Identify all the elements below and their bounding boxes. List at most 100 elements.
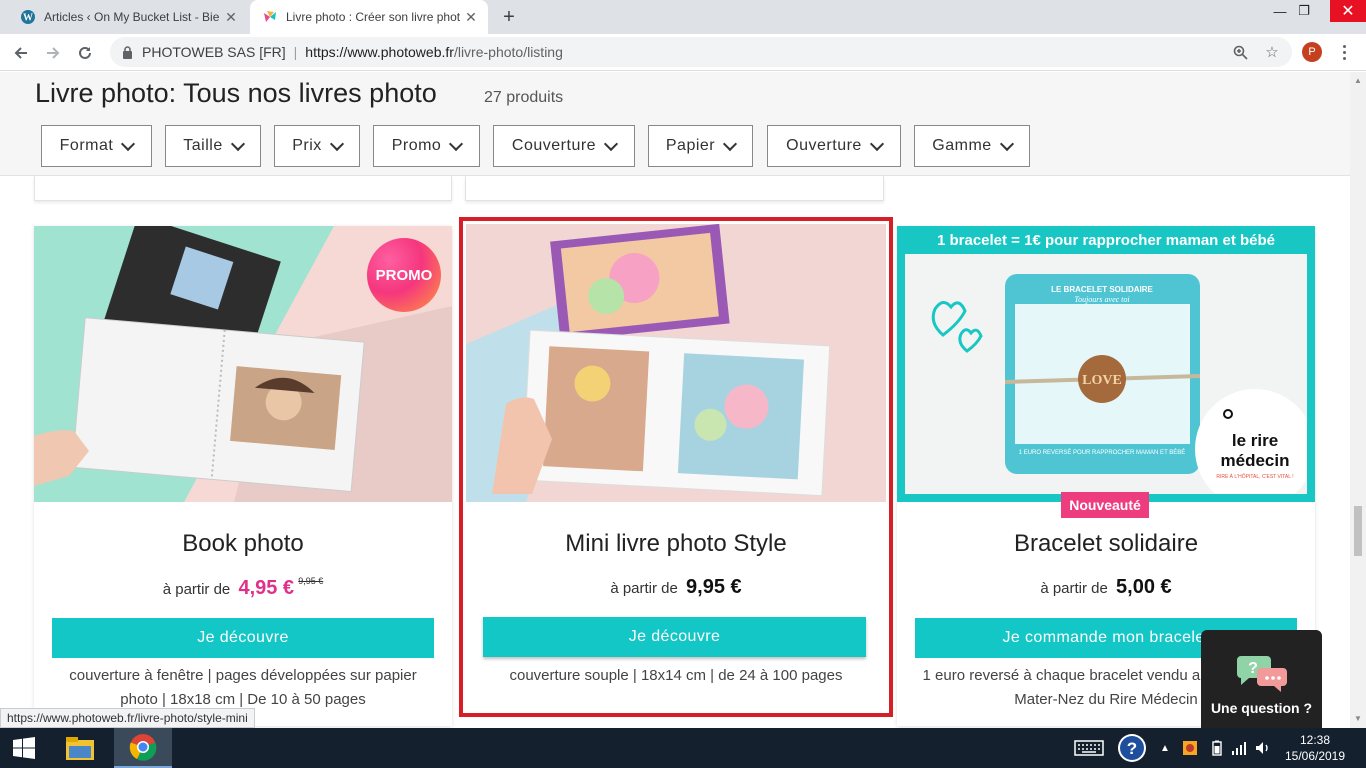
rire-medecin-logo-line2: médecin [1221, 451, 1290, 470]
product-card-book-photo[interactable]: PROMO Book photo à partir de 4,95 € 9,95… [34, 226, 452, 726]
chevron-down-icon [121, 136, 136, 151]
close-tab-icon[interactable]: ✕ [220, 6, 242, 28]
clock-time: 12:38 [1299, 733, 1331, 747]
file-explorer-taskbar-button[interactable] [56, 728, 104, 768]
rire-medecin-logo-tagline: RIRE À L'HÔPITAL, C'EST VITAL ! [1216, 473, 1293, 480]
close-window-button[interactable]: ✕ [1330, 0, 1366, 22]
chevron-down-icon [723, 136, 738, 151]
help-icon[interactable]: ? [1115, 728, 1149, 768]
old-price: 9,95 € [298, 576, 324, 586]
product-card-partial [34, 176, 452, 201]
promo-price: 4,95 € [238, 577, 295, 599]
filter-bar: Livre photo: Tous nos livres photo 27 pr… [0, 72, 1350, 176]
filter-label: Ouverture [786, 137, 862, 154]
rire-medecin-logo-line1: le rire [1232, 431, 1278, 450]
windows-logo-icon [13, 737, 35, 759]
address-bar[interactable]: PHOTOWEB SAS [FR] | https://www.photoweb… [110, 37, 1292, 67]
browser-tab-bar: W Articles ‹ On My Bucket List - Bien ✕ … [0, 0, 1366, 34]
maximize-window-button[interactable]: ❐ [1288, 0, 1320, 22]
filter-taille[interactable]: Taille [165, 125, 261, 167]
chat-label[interactable]: Une question ? [1201, 700, 1322, 716]
chrome-taskbar-button[interactable] [114, 728, 172, 768]
clock-date: 15/06/2019 [1284, 749, 1346, 763]
bracelet-banner: 1 bracelet = 1€ pour rapprocher maman et… [897, 226, 1315, 254]
price: 9,95 € [686, 576, 742, 598]
filter-label: Promo [391, 137, 442, 154]
chat-bubbles-icon: ? [1237, 656, 1287, 692]
discover-button[interactable]: Je découvre [483, 617, 866, 657]
wordpress-icon: W [20, 9, 36, 25]
new-tab-button[interactable]: + [497, 5, 521, 29]
url-host: https://www.photoweb.fr [305, 44, 454, 60]
scroll-up-arrow-icon[interactable]: ▲ [1354, 76, 1362, 85]
price-line: à partir de 9,95 € [462, 576, 890, 599]
bracelet-card-subtitle: Toujours avec toi [1074, 295, 1129, 304]
chevron-down-icon [449, 136, 464, 151]
filter-prix[interactable]: Prix [274, 125, 360, 167]
lock-icon[interactable] [120, 45, 134, 59]
bracelet-card-title: LE BRACELET SOLIDAIRE [1051, 285, 1153, 294]
chevron-down-icon [329, 136, 344, 151]
product-image[interactable] [466, 224, 886, 502]
tab-wordpress-articles[interactable]: W Articles ‹ On My Bucket List - Bien ✕ [8, 0, 248, 34]
filter-papier[interactable]: Papier [648, 125, 753, 167]
address-separator: | [293, 44, 298, 60]
forward-arrow-icon[interactable] [40, 40, 66, 66]
system-clock[interactable]: 12:38 15/06/2019 [1280, 732, 1350, 764]
product-name[interactable]: Book photo [34, 530, 452, 558]
new-badge: Nouveauté [1061, 492, 1149, 518]
filter-label: Prix [292, 137, 322, 154]
filter-label: Gamme [932, 137, 992, 154]
product-image[interactable]: 1 bracelet = 1€ pour rapprocher maman et… [897, 226, 1315, 502]
product-card-partial [465, 176, 884, 201]
web-page: Livre photo: Tous nos livres photo 27 pr… [0, 72, 1350, 728]
filter-promo[interactable]: Promo [373, 125, 480, 167]
svg-text:W: W [23, 13, 33, 24]
filter-ouverture[interactable]: Ouverture [767, 125, 901, 167]
tray-expand-icon[interactable]: ▲ [1158, 728, 1172, 768]
page-title: Livre photo: Tous nos livres photo [35, 78, 437, 108]
browser-menu-icon[interactable] [1334, 42, 1354, 62]
volume-icon[interactable] [1254, 728, 1272, 768]
bracelet-donation-text: 1 EURO REVERSÉ POUR RAPPROCHER MAMAN ET … [1019, 449, 1186, 456]
product-name[interactable]: Bracelet solidaire [897, 530, 1315, 558]
filter-label: Papier [665, 137, 716, 154]
windows-start-button[interactable] [0, 728, 48, 768]
close-tab-icon[interactable]: ✕ [460, 6, 482, 28]
chevron-down-icon [604, 136, 619, 151]
chevron-down-icon [999, 136, 1014, 151]
product-card-mini-livre-photo-style[interactable]: Mini livre photo Style à partir de 9,95 … [459, 217, 893, 717]
product-name[interactable]: Mini livre photo Style [462, 530, 890, 558]
discover-button[interactable]: Je découvre [52, 618, 434, 658]
filter-gamme[interactable]: Gamme [914, 125, 1030, 167]
chat-widget[interactable]: ? Une question ? [1201, 630, 1322, 728]
price-prefix: à partir de [162, 581, 231, 598]
filter-label: Format [59, 137, 114, 154]
scrollbar-thumb[interactable] [1354, 506, 1362, 556]
network-signal-icon[interactable] [1230, 728, 1248, 768]
product-count: 27 produits [484, 89, 564, 106]
product-description: couverture souple | 18x14 cm | de 24 à 1… [509, 667, 843, 684]
keyboard-icon[interactable] [1072, 728, 1106, 768]
page-scrollbar[interactable]: ▲ ▼ [1350, 72, 1366, 728]
back-arrow-icon[interactable] [8, 40, 34, 66]
reload-icon[interactable] [72, 40, 98, 66]
profile-avatar[interactable]: P [1302, 42, 1322, 62]
battery-icon[interactable] [1208, 728, 1226, 768]
svg-text:?: ? [1248, 660, 1258, 677]
browser-toolbar: PHOTOWEB SAS [FR] | https://www.photoweb… [0, 34, 1366, 71]
scroll-down-arrow-icon[interactable]: ▼ [1354, 714, 1362, 723]
app-tray-icon[interactable] [1180, 728, 1200, 768]
chevron-down-icon [230, 136, 245, 151]
url-path: /livre-photo/listing [453, 44, 563, 60]
filter-format[interactable]: Format [41, 125, 152, 167]
zoom-icon[interactable] [1230, 42, 1250, 62]
price-prefix: à partir de [610, 580, 678, 597]
filter-couverture[interactable]: Couverture [493, 125, 635, 167]
chevron-down-icon [869, 136, 884, 151]
bookmark-star-icon[interactable]: ☆ [1262, 42, 1282, 62]
tab-photoweb[interactable]: Livre photo : Créer son livre photo ✕ [250, 0, 488, 34]
chrome-icon [129, 734, 157, 761]
status-link-preview: https://www.photoweb.fr/livre-photo/styl… [0, 708, 255, 728]
photoweb-icon [262, 9, 278, 25]
